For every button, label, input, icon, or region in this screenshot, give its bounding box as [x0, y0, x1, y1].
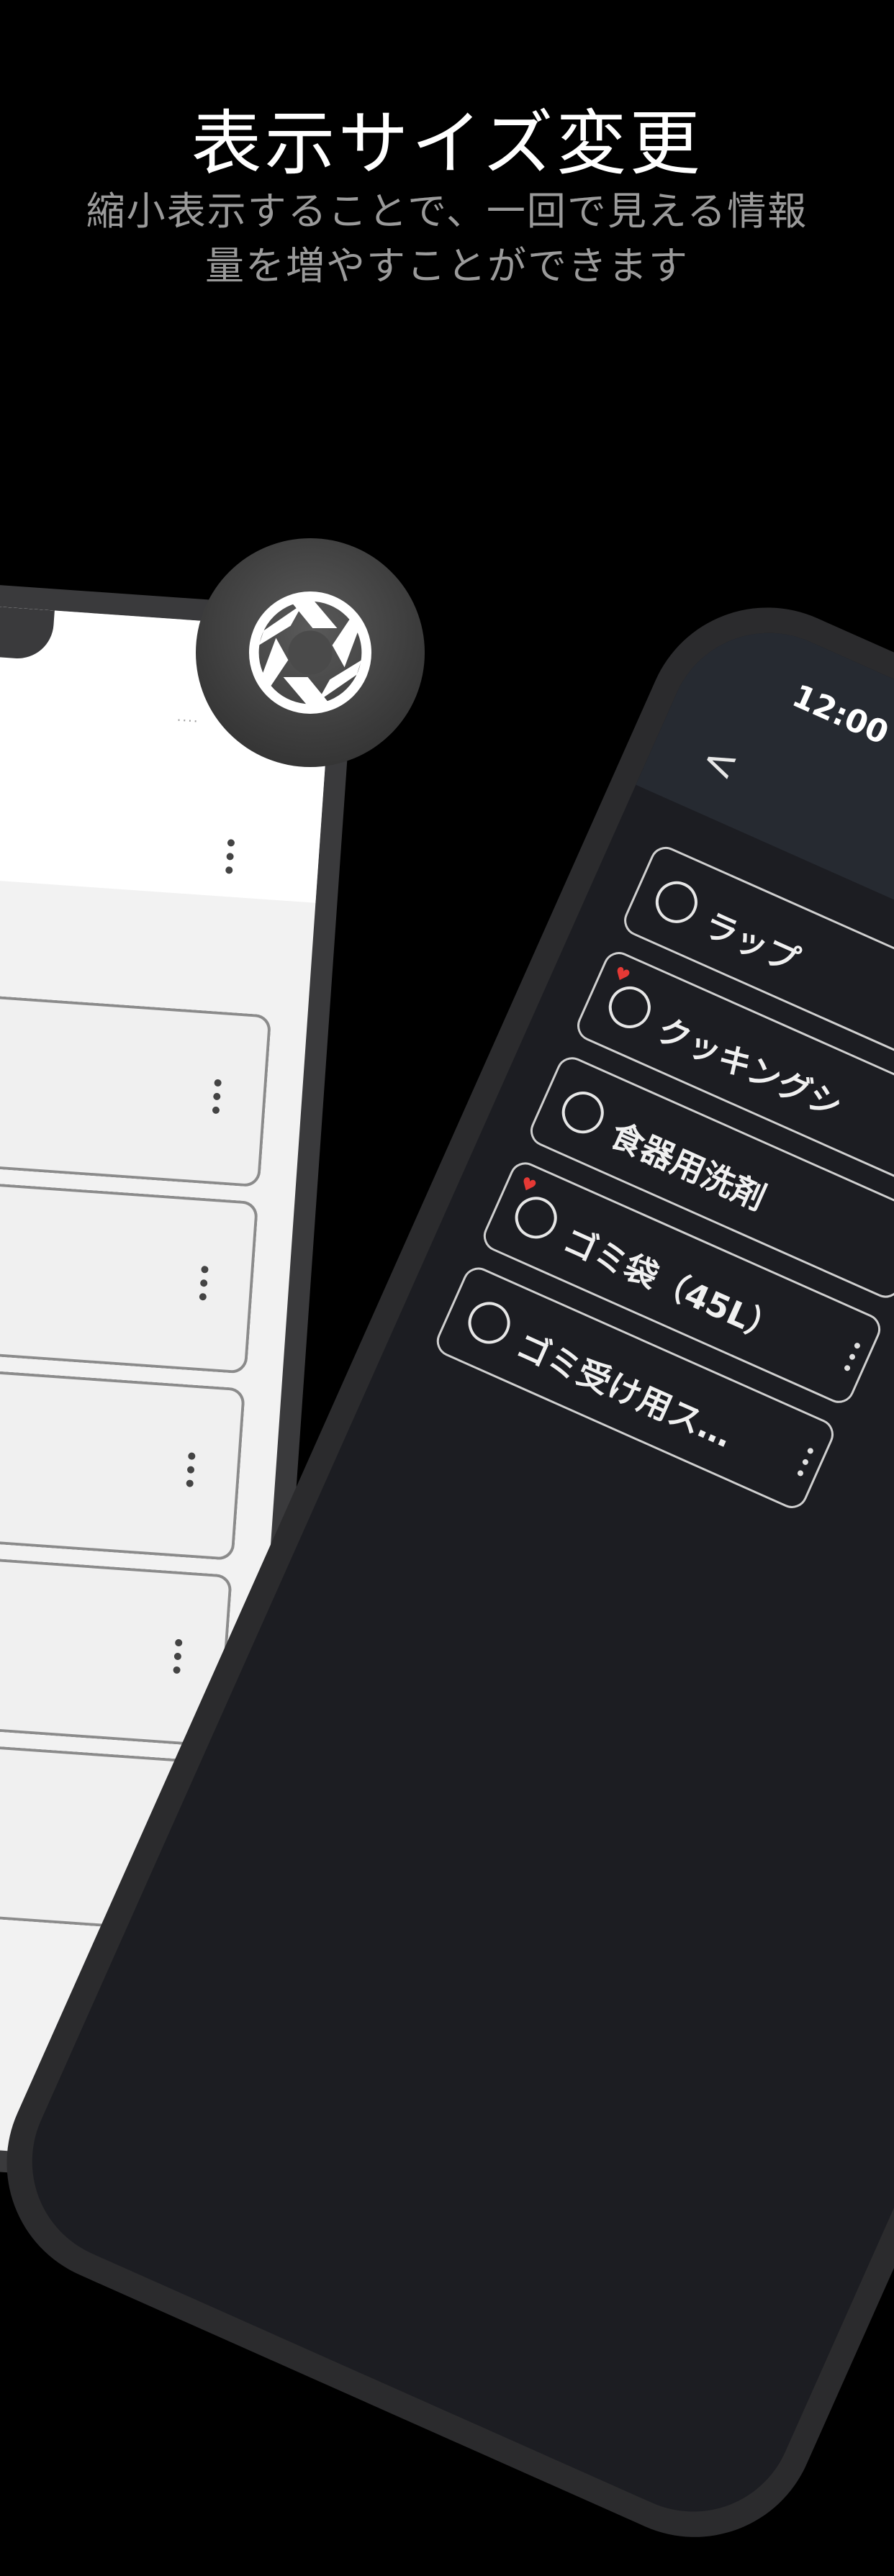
checkbox-circle[interactable]	[602, 979, 658, 1035]
list-item[interactable]	[0, 957, 272, 1188]
item-menu-icon[interactable]	[793, 1447, 815, 1484]
aperture-badge	[196, 538, 425, 767]
checkbox-circle[interactable]	[649, 874, 705, 930]
item-label: ラップ	[698, 904, 805, 981]
checkbox-circle[interactable]	[555, 1084, 611, 1140]
item-menu-icon[interactable]	[840, 1341, 862, 1379]
subtitle-line-2: 量を増やすことができます	[205, 243, 689, 289]
status-time: 12:00	[787, 677, 894, 753]
checkbox-circle[interactable]	[508, 1189, 564, 1246]
item-menu-icon[interactable]	[171, 1638, 184, 1684]
app-bar-menu-icon[interactable]	[223, 839, 236, 884]
page-subtitle: 縮小表示することで、一回で見える情報 量を増やすことができます	[0, 184, 894, 294]
heart-icon: ♥	[517, 1172, 540, 1198]
item-menu-icon[interactable]	[197, 1265, 210, 1311]
signal-icon: ····	[176, 712, 200, 730]
heart-icon: ♥	[610, 962, 633, 987]
item-label: 食器用洗剤	[604, 1115, 772, 1218]
subtitle-line-1: 縮小表示することで、一回で見える情報	[86, 189, 808, 234]
checkbox-circle[interactable]	[461, 1295, 517, 1351]
page-title: 表示サイズ変更	[191, 103, 703, 185]
item-menu-icon[interactable]	[184, 1452, 197, 1497]
back-button[interactable]: <	[694, 733, 746, 792]
aperture-icon	[249, 591, 371, 714]
item-menu-icon[interactable]	[210, 1079, 223, 1124]
